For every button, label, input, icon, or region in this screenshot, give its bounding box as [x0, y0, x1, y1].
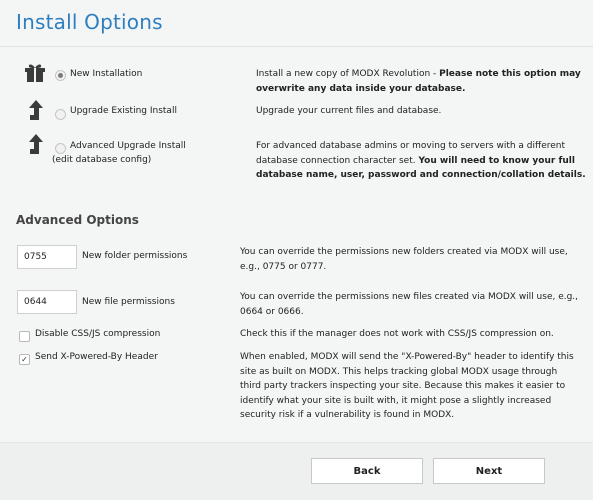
- new-installation-description: Install a new copy of MODX Revolution - …: [256, 69, 581, 94]
- page-title: Install Options: [16, 10, 163, 34]
- advanced-upgrade-sublabel: (edit database config): [52, 155, 152, 165]
- new-installation-label: New Installation: [70, 69, 143, 79]
- back-button[interactable]: Back: [311, 458, 423, 484]
- title-divider: [0, 46, 593, 47]
- powered-by-label: Send X-Powered-By Header: [35, 352, 158, 362]
- advanced-options-heading: Advanced Options: [16, 213, 139, 227]
- disable-compression-description: Check this if the manager does not work …: [240, 329, 554, 339]
- upgrade-existing-description: Upgrade your current files and database.: [256, 106, 442, 116]
- gift-icon: [24, 63, 46, 87]
- disable-compression-checkbox[interactable]: [19, 331, 30, 342]
- advanced-upgrade-label: Advanced Upgrade Install: [70, 141, 186, 151]
- file-permissions-input[interactable]: [17, 290, 77, 314]
- folder-permissions-label: New folder permissions: [82, 251, 188, 261]
- disable-compression-label: Disable CSS/JS compression: [35, 329, 161, 339]
- install-options-page: Install Options New Installation Install…: [0, 0, 593, 500]
- upgrade-arrow-icon: [28, 99, 44, 125]
- next-button[interactable]: Next: [433, 458, 545, 484]
- powered-by-description: When enabled, MODX will send the "X-Powe…: [240, 352, 574, 420]
- upgrade-existing-radio[interactable]: [55, 109, 66, 120]
- folder-permissions-description: You can override the permissions new fol…: [240, 247, 568, 272]
- folder-permissions-input[interactable]: [17, 245, 77, 269]
- advanced-upgrade-description: For advanced database admins or moving t…: [256, 141, 586, 180]
- upgrade-arrow-icon: [28, 133, 44, 159]
- new-installation-radio[interactable]: [55, 70, 66, 81]
- powered-by-checkbox[interactable]: ✓: [19, 354, 30, 365]
- upgrade-existing-label: Upgrade Existing Install: [70, 106, 177, 116]
- file-permissions-label: New file permissions: [82, 297, 175, 307]
- file-permissions-description: You can override the permissions new fil…: [240, 292, 579, 317]
- advanced-upgrade-radio[interactable]: [55, 143, 66, 154]
